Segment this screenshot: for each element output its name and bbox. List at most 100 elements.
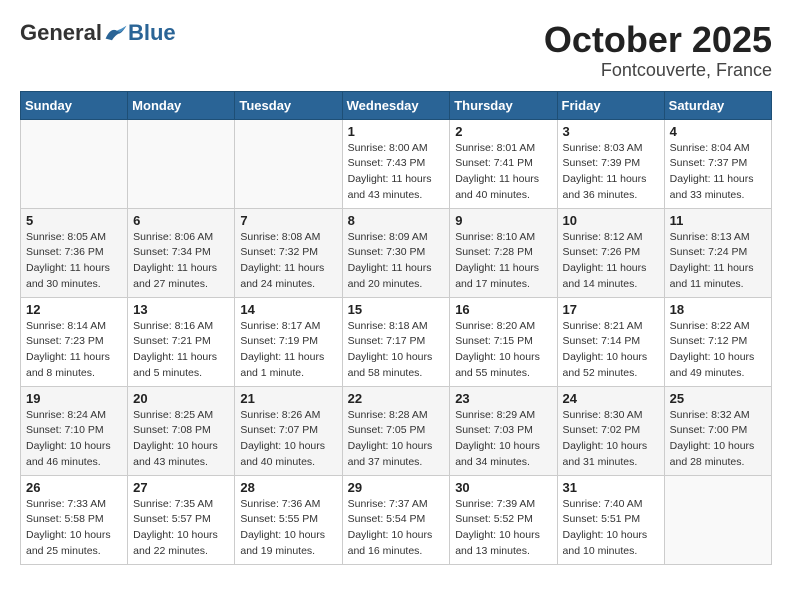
- day-number: 3: [563, 124, 659, 139]
- calendar-cell: 19 Sunrise: 8:24 AM Sunset: 7:10 PM Dayli…: [21, 386, 128, 475]
- day-info: Sunrise: 8:16 AM Sunset: 7:21 PM Dayligh…: [133, 319, 229, 382]
- calendar-cell: [235, 119, 342, 208]
- calendar-cell: 13 Sunrise: 8:16 AM Sunset: 7:21 PM Dayli…: [128, 297, 235, 386]
- day-number: 17: [563, 302, 659, 317]
- calendar-header-row: SundayMondayTuesdayWednesdayThursdayFrid…: [21, 91, 772, 119]
- calendar-cell: 1Sunrise: 8:00 AM Sunset: 7:43 PM Daylig…: [342, 119, 450, 208]
- day-number: 24: [563, 391, 659, 406]
- day-number: 26: [26, 480, 122, 495]
- day-info: Sunrise: 8:06 AM Sunset: 7:34 PM Dayligh…: [133, 230, 229, 293]
- day-info: Sunrise: 8:28 AM Sunset: 7:05 PM Dayligh…: [348, 408, 445, 471]
- calendar-cell: 30Sunrise: 7:39 AM Sunset: 5:52 PM Dayli…: [450, 475, 557, 564]
- calendar-week-row: 19 Sunrise: 8:24 AM Sunset: 7:10 PM Dayli…: [21, 386, 772, 475]
- calendar-cell: [21, 119, 128, 208]
- day-info: Sunrise: 7:36 AM Sunset: 5:55 PM Dayligh…: [240, 497, 336, 560]
- day-info: Sunrise: 8:12 AM Sunset: 7:26 PM Dayligh…: [563, 230, 659, 293]
- calendar-cell: 22 Sunrise: 8:28 AM Sunset: 7:05 PM Dayli…: [342, 386, 450, 475]
- day-info: Sunrise: 8:09 AM Sunset: 7:30 PM Dayligh…: [348, 230, 445, 293]
- calendar-cell: 27 Sunrise: 7:35 AM Sunset: 5:57 PM Dayli…: [128, 475, 235, 564]
- calendar-cell: 26Sunrise: 7:33 AM Sunset: 5:58 PM Dayli…: [21, 475, 128, 564]
- logo: General Blue: [20, 20, 176, 46]
- title-block: October 2025 Fontcouverte, France: [544, 20, 772, 81]
- day-info: Sunrise: 8:14 AM Sunset: 7:23 PM Dayligh…: [26, 319, 122, 382]
- day-info: Sunrise: 8:04 AM Sunset: 7:37 PM Dayligh…: [670, 141, 766, 204]
- day-number: 22: [348, 391, 445, 406]
- day-info: Sunrise: 8:26 AM Sunset: 7:07 PM Dayligh…: [240, 408, 336, 471]
- day-info: Sunrise: 8:21 AM Sunset: 7:14 PM Dayligh…: [563, 319, 659, 382]
- day-number: 25: [670, 391, 766, 406]
- day-number: 4: [670, 124, 766, 139]
- calendar-cell: 15 Sunrise: 8:18 AM Sunset: 7:17 PM Dayli…: [342, 297, 450, 386]
- calendar-day-header: Tuesday: [235, 91, 342, 119]
- calendar-cell: [128, 119, 235, 208]
- calendar-day-header: Thursday: [450, 91, 557, 119]
- calendar-table: SundayMondayTuesdayWednesdayThursdayFrid…: [20, 91, 772, 565]
- day-info: Sunrise: 7:35 AM Sunset: 5:57 PM Dayligh…: [133, 497, 229, 560]
- day-info: Sunrise: 7:39 AM Sunset: 5:52 PM Dayligh…: [455, 497, 551, 560]
- calendar-week-row: 12 Sunrise: 8:14 AM Sunset: 7:23 PM Dayli…: [21, 297, 772, 386]
- page-header: General Blue October 2025 Fontcouverte, …: [20, 20, 772, 81]
- day-info: Sunrise: 8:24 AM Sunset: 7:10 PM Dayligh…: [26, 408, 122, 471]
- day-info: Sunrise: 8:25 AM Sunset: 7:08 PM Dayligh…: [133, 408, 229, 471]
- day-number: 16: [455, 302, 551, 317]
- calendar-cell: 25 Sunrise: 8:32 AM Sunset: 7:00 PM Dayli…: [664, 386, 771, 475]
- calendar-cell: 21Sunrise: 8:26 AM Sunset: 7:07 PM Dayli…: [235, 386, 342, 475]
- calendar-cell: 16Sunrise: 8:20 AM Sunset: 7:15 PM Dayli…: [450, 297, 557, 386]
- calendar-cell: [664, 475, 771, 564]
- day-number: 8: [348, 213, 445, 228]
- day-number: 5: [26, 213, 122, 228]
- day-number: 18: [670, 302, 766, 317]
- calendar-cell: 23 Sunrise: 8:29 AM Sunset: 7:03 PM Dayli…: [450, 386, 557, 475]
- day-info: Sunrise: 8:22 AM Sunset: 7:12 PM Dayligh…: [670, 319, 766, 382]
- day-info: Sunrise: 8:18 AM Sunset: 7:17 PM Dayligh…: [348, 319, 445, 382]
- month-title: October 2025: [544, 20, 772, 60]
- day-info: Sunrise: 8:30 AM Sunset: 7:02 PM Dayligh…: [563, 408, 659, 471]
- calendar-cell: 8 Sunrise: 8:09 AM Sunset: 7:30 PM Daylig…: [342, 208, 450, 297]
- calendar-cell: 7 Sunrise: 8:08 AM Sunset: 7:32 PM Daylig…: [235, 208, 342, 297]
- day-info: Sunrise: 8:08 AM Sunset: 7:32 PM Dayligh…: [240, 230, 336, 293]
- day-number: 28: [240, 480, 336, 495]
- day-info: Sunrise: 8:13 AM Sunset: 7:24 PM Dayligh…: [670, 230, 766, 293]
- calendar-day-header: Wednesday: [342, 91, 450, 119]
- day-number: 27: [133, 480, 229, 495]
- day-number: 11: [670, 213, 766, 228]
- calendar-week-row: 26Sunrise: 7:33 AM Sunset: 5:58 PM Dayli…: [21, 475, 772, 564]
- day-info: Sunrise: 8:32 AM Sunset: 7:00 PM Dayligh…: [670, 408, 766, 471]
- calendar-cell: 28 Sunrise: 7:36 AM Sunset: 5:55 PM Dayli…: [235, 475, 342, 564]
- calendar-cell: 17 Sunrise: 8:21 AM Sunset: 7:14 PM Dayli…: [557, 297, 664, 386]
- day-number: 10: [563, 213, 659, 228]
- day-number: 23: [455, 391, 551, 406]
- day-number: 13: [133, 302, 229, 317]
- calendar-cell: 4 Sunrise: 8:04 AM Sunset: 7:37 PM Daylig…: [664, 119, 771, 208]
- logo-blue-text: Blue: [128, 20, 176, 46]
- day-number: 7: [240, 213, 336, 228]
- calendar-day-header: Monday: [128, 91, 235, 119]
- calendar-cell: 18 Sunrise: 8:22 AM Sunset: 7:12 PM Dayli…: [664, 297, 771, 386]
- day-info: Sunrise: 8:00 AM Sunset: 7:43 PM Dayligh…: [348, 141, 445, 204]
- logo-bird-icon: [104, 23, 128, 43]
- calendar-cell: 6Sunrise: 8:06 AM Sunset: 7:34 PM Daylig…: [128, 208, 235, 297]
- day-info: Sunrise: 8:10 AM Sunset: 7:28 PM Dayligh…: [455, 230, 551, 293]
- location-title: Fontcouverte, France: [544, 60, 772, 81]
- day-info: Sunrise: 8:05 AM Sunset: 7:36 PM Dayligh…: [26, 230, 122, 293]
- day-number: 29: [348, 480, 445, 495]
- day-number: 12: [26, 302, 122, 317]
- calendar-day-header: Friday: [557, 91, 664, 119]
- day-number: 20: [133, 391, 229, 406]
- day-number: 2: [455, 124, 551, 139]
- calendar-week-row: 5 Sunrise: 8:05 AM Sunset: 7:36 PM Daylig…: [21, 208, 772, 297]
- calendar-cell: 20 Sunrise: 8:25 AM Sunset: 7:08 PM Dayli…: [128, 386, 235, 475]
- day-info: Sunrise: 8:17 AM Sunset: 7:19 PM Dayligh…: [240, 319, 336, 382]
- calendar-cell: 11 Sunrise: 8:13 AM Sunset: 7:24 PM Dayli…: [664, 208, 771, 297]
- day-info: Sunrise: 7:37 AM Sunset: 5:54 PM Dayligh…: [348, 497, 445, 560]
- calendar-cell: 10 Sunrise: 8:12 AM Sunset: 7:26 PM Dayli…: [557, 208, 664, 297]
- day-number: 15: [348, 302, 445, 317]
- day-info: Sunrise: 7:40 AM Sunset: 5:51 PM Dayligh…: [563, 497, 659, 560]
- day-info: Sunrise: 8:29 AM Sunset: 7:03 PM Dayligh…: [455, 408, 551, 471]
- calendar-day-header: Sunday: [21, 91, 128, 119]
- calendar-cell: 29 Sunrise: 7:37 AM Sunset: 5:54 PM Dayli…: [342, 475, 450, 564]
- day-number: 19: [26, 391, 122, 406]
- day-number: 9: [455, 213, 551, 228]
- day-number: 31: [563, 480, 659, 495]
- day-info: Sunrise: 8:01 AM Sunset: 7:41 PM Dayligh…: [455, 141, 551, 204]
